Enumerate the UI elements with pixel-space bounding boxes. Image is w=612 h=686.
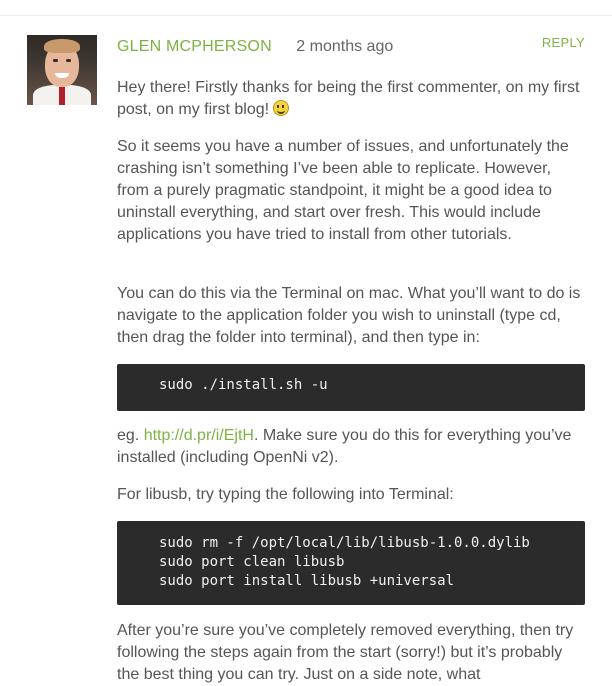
screenshot-link[interactable]: http://d.pr/i/EjtH	[144, 427, 254, 444]
smiley-emoji-icon	[273, 100, 290, 116]
comment-date: 2 months ago	[296, 38, 394, 55]
avatar	[27, 35, 97, 105]
paragraph-text: Hey there! Firstly thanks for being the …	[117, 79, 580, 118]
comment-meta: GLEN MCPHERSON 2 months ago	[117, 35, 587, 59]
code-block-uninstall: sudo ./install.sh -u	[117, 364, 585, 411]
code-block-libusb: sudo rm -f /opt/local/lib/libusb-1.0.0.d…	[117, 521, 585, 605]
comment-paragraph: You can do this via the Terminal on mac.…	[117, 285, 581, 346]
comment-paragraph: After you’re sure you’ve completely remo…	[117, 622, 574, 683]
paragraph-text: eg.	[117, 427, 144, 444]
reply-button[interactable]: REPLY	[542, 35, 585, 50]
comment-paragraph: For libusb, try typing the following int…	[117, 486, 454, 503]
comment-author[interactable]: GLEN MCPHERSON	[117, 38, 272, 55]
comment-paragraph: So it seems you have a number of issues,…	[117, 138, 569, 243]
top-divider	[0, 0, 612, 16]
comment-paragraph: Hey there! Firstly thanks for being the …	[117, 77, 587, 121]
comment-paragraph: eg. http://d.pr/i/EjtH. Make sure you do…	[117, 425, 587, 469]
comment-body: GLEN MCPHERSON 2 months ago REPLY Hey th…	[117, 35, 587, 683]
